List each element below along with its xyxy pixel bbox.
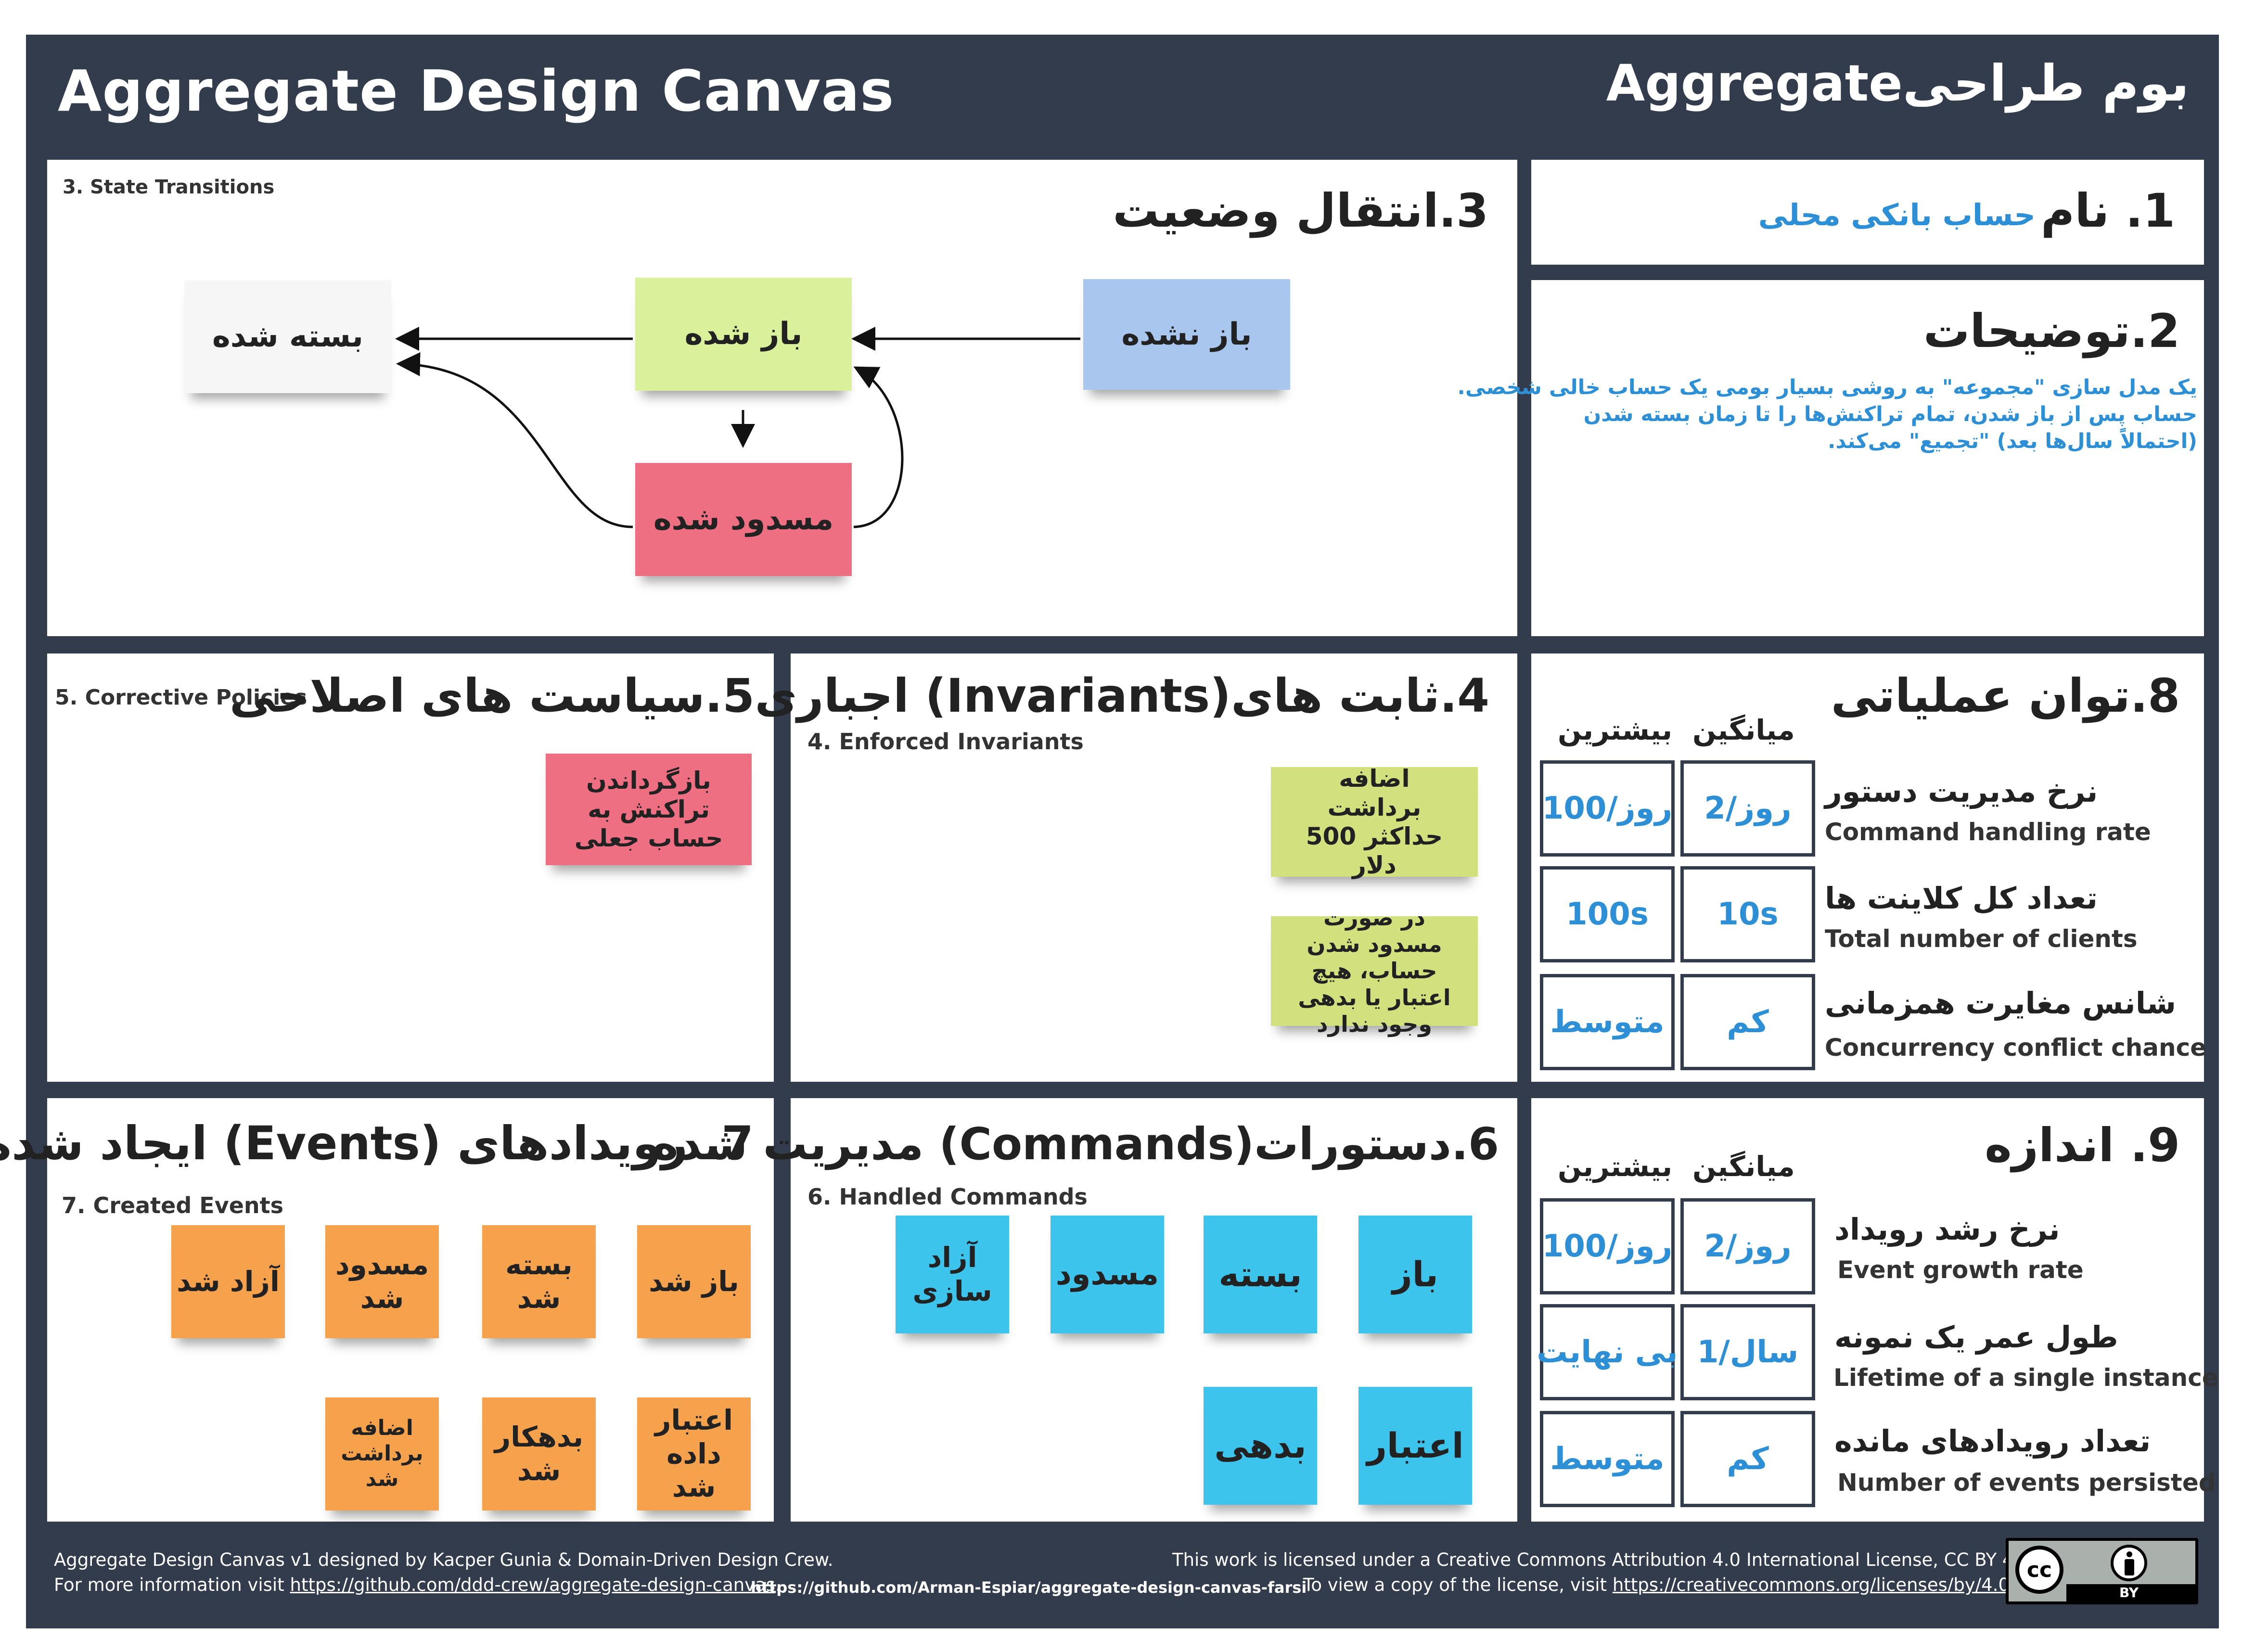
footer-license-link[interactable]: https://creativecommons.org/licenses/by/… [1613,1575,2016,1595]
attribution-icon [2111,1545,2147,1581]
size-title: 9. اندازه [1985,1118,2180,1172]
footer-credit: Aggregate Design Canvas v1 designed by K… [54,1550,833,1570]
canvas-title-en: Aggregate Design Canvas [58,58,895,124]
cc-icon: cc [2015,1546,2063,1594]
footer-license: This work is licensed under a Creative C… [1172,1550,2037,1570]
canvas-title-fa: بوم طراحیAggregate [1606,54,2189,113]
footer-farsi-link[interactable]: https://github.com/Arman-Espiar/aggregat… [751,1578,1307,1597]
invariant-sticky: در صورت مسدود شدن حساب، هیچ اعتبار یا بد… [1271,905,1478,1037]
event-sticky: آزاد شد [171,1225,285,1338]
invariants-title-fa: 4.ثابت های(Invariants) اجباری [755,669,1489,723]
name-panel: 1. نام حساب بانکی محلی [1531,160,2204,265]
description-text: یک مدل سازی "مجموعه" به روشی بسیار بومی … [1457,374,2197,455]
throughput-panel: 8.توان عملیاتی میانگین بیشترین 100/روز 2… [1531,653,2207,1082]
commands-panel: 6.دستورات(Commands) مدیریت شده 6. Handle… [653,1098,1517,1522]
size-row-label-fa: تعداد رویدادهای مانده [1834,1423,2151,1459]
state-blocked-sticky: مسدود شده [635,463,852,576]
arrow-blocked-to-closed [396,352,633,528]
commands-title-en: 6. Handled Commands [807,1184,1088,1210]
footer-license-link-line: To view a copy of the license, visit htt… [1303,1575,2021,1595]
by-label: BY [2119,1585,2139,1601]
footer-license-prefix: To view a copy of the license, visit [1303,1575,1613,1595]
events-title-en: 7. Created Events [62,1192,284,1218]
footer-github-link[interactable]: https://github.com/ddd-crew/aggregate-de… [290,1575,776,1595]
throughput-row-label-fa: شانس مغایرت همزمانی [1825,986,2176,1021]
name-title: 1. نام [2040,184,2175,238]
throughput-avg-value: 2/روز [1680,760,1815,857]
throughput-max-header: بیشترین [1558,714,1673,746]
throughput-avg-header: میانگین [1692,714,1795,746]
state-not-opened-sticky: باز نشده [1083,279,1290,390]
command-sticky: باز [1358,1216,1472,1333]
description-line: یک مدل سازی "مجموعه" به روشی بسیار بومی … [1457,375,2197,399]
size-max-value: متوسط [1540,1411,1675,1507]
policy-sticky: بازگرداندن تراکنش به حساب جعلی [546,754,752,865]
throughput-title: 8.توان عملیاتی [1831,669,2180,723]
command-sticky: آزاد سازی [896,1216,1009,1333]
description-title: 2.توضیحات [1923,304,2180,358]
invariants-title-en: 4. Enforced Invariants [807,729,1084,755]
size-avg-value: 2/روز [1680,1198,1815,1294]
throughput-row-label-fa: تعداد کل کلاینت ها [1825,881,2098,916]
size-avg-value: کم [1680,1411,1815,1507]
throughput-row-label-en: Total number of clients [1825,925,2138,953]
event-sticky: بسته شد [482,1225,596,1338]
size-max-value: 100/روز [1540,1198,1675,1294]
throughput-avg-value: کم [1680,974,1815,1070]
attribution-icon-body [2125,1559,2134,1575]
size-row-label-fa: طول عمر یک نمونه [1834,1319,2118,1355]
size-row-label-en: Number of events persisted [1837,1469,2216,1497]
name-value: حساب بانکی محلی [1758,197,2036,232]
policies-title-fa: 5.سیاست های اصلاحی [229,669,755,723]
command-sticky: بدهی [1204,1387,1317,1505]
event-sticky: اضافه برداشت شد [325,1397,439,1511]
size-row-label-en: Lifetime of a single instance [1833,1364,2218,1392]
throughput-row-label-en: Command handling rate [1825,818,2151,846]
invariants-panel: 4.ثابت های(Invariants) اجباری 4. Enforce… [755,653,1517,1082]
event-sticky: باز شد [637,1225,751,1338]
throughput-max-value: 100s [1540,866,1675,962]
state-closed-sticky: بسته شده [184,280,391,393]
state-transitions-panel: 3. State Transitions 3.انتقال وضعیت باز … [47,160,1517,636]
size-panel: 9. اندازه میانگین بیشترین 100/روز 2/روز … [1531,1098,2218,1522]
size-avg-value: 1/سال [1680,1304,1815,1400]
command-sticky: مسدود [1051,1216,1164,1333]
arrow-blocked-to-opened [853,366,904,528]
description-line: حساب پس از باز شدن، تمام تراکنش‌ها را تا… [1583,402,2197,426]
size-avg-header: میانگین [1692,1150,1795,1183]
throughput-row-label-fa: نرخ مدیریت دستور [1825,774,2098,809]
size-max-header: بیشترین [1558,1150,1673,1183]
commands-title-fa: 6.دستورات(Commands) مدیریت شده [652,1118,1499,1170]
events-title-fa: 7. رویدادهای (Events) ایجاد شده [0,1116,754,1170]
throughput-max-value: متوسط [1540,974,1675,1070]
event-sticky: اعتبار داده شد [637,1397,751,1511]
cc-icon-label: cc [2026,1557,2052,1582]
event-sticky: بدهکار شد [482,1397,596,1511]
command-sticky: اعتبار [1358,1387,1472,1505]
throughput-avg-value: 10s [1680,866,1815,962]
corrective-policies-panel: 5. Corrective Policies 5.سیاست های اصلاح… [47,653,774,1082]
throughput-max-value: 100/روز [1540,760,1675,857]
size-row-label-fa: نرخ رشد رویداد [1834,1212,2060,1247]
description-panel: 2.توضیحات یک مدل سازی "مجموعه" به روشی ب… [1457,280,2204,636]
throughput-row-label-en: Concurrency conflict chance [1825,1034,2207,1062]
attribution-icon-head [2127,1551,2132,1557]
state-opened-sticky: باز شده [635,278,852,391]
event-sticky: مسدود شد [325,1225,439,1338]
footer-more-info: For more information visit https://githu… [54,1575,781,1595]
size-max-value: بی نهایت [1537,1304,1678,1400]
cc-by-badge[interactable]: cc BY [2006,1538,2198,1604]
description-line: (احتمالاً سال‌ها بعد) "تجمیع" می‌کند. [1828,429,2197,453]
size-row-label-en: Event growth rate [1837,1256,2084,1284]
invariant-sticky: اضافه برداشت حداکثر 500 دلار [1271,765,1478,879]
command-sticky: بسته [1204,1216,1317,1333]
footer-more-info-prefix: For more information visit [54,1575,290,1595]
